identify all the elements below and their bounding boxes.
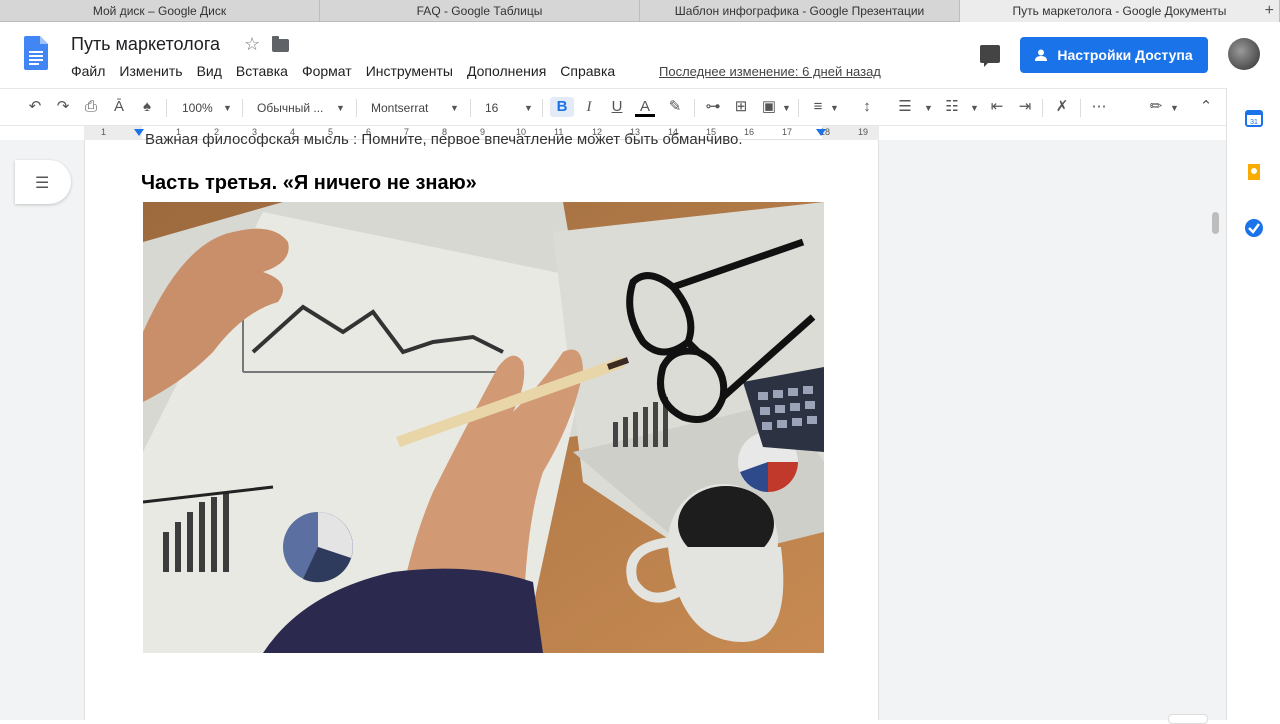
zoom-caret-icon[interactable]: ▼ [223, 98, 232, 118]
browser-tab-sheets[interactable]: FAQ - Google Таблицы [320, 0, 640, 22]
docs-logo-icon[interactable] [24, 36, 48, 70]
undo-icon[interactable]: ↶ [25, 97, 45, 117]
comments-icon[interactable] [980, 45, 1000, 67]
vertical-scrollbar[interactable] [1212, 212, 1219, 234]
docs-header: Путь маркетолога ☆ Файл Изменить Вид Вст… [0, 22, 1280, 88]
side-panel: 31 [1226, 88, 1280, 720]
section-heading[interactable]: Часть третья. «Я ничего не знаю» [141, 172, 477, 195]
paragraph-text[interactable]: Важная философская мысль : Помните, перв… [145, 131, 743, 148]
document-title[interactable]: Путь маркетолога [71, 34, 220, 55]
ruler-number: 19 [858, 127, 869, 137]
keep-icon[interactable] [1244, 162, 1264, 182]
explore-button[interactable] [1168, 714, 1208, 724]
ruler-number: 1 [101, 127, 107, 137]
increase-indent-icon[interactable]: ⇥ [1015, 97, 1035, 117]
editing-caret-icon[interactable]: ▼ [1170, 98, 1179, 118]
menu-format[interactable]: Формат [302, 63, 352, 79]
clear-formatting-icon[interactable]: ✗ [1052, 97, 1072, 117]
italic-button[interactable]: I [579, 97, 599, 117]
bulleted-caret-icon[interactable]: ▼ [970, 98, 979, 118]
redo-icon[interactable]: ↷ [53, 97, 73, 117]
document-photo[interactable] [143, 202, 824, 653]
menu-insert[interactable]: Вставка [236, 63, 288, 79]
decrease-indent-icon[interactable]: ⇤ [987, 97, 1007, 117]
right-indent-marker-icon[interactable] [815, 128, 827, 138]
line-spacing-icon[interactable]: ↕ [857, 97, 877, 117]
bold-button[interactable]: B [550, 97, 574, 117]
link-icon[interactable]: ⊶ [703, 97, 723, 117]
ruler-right-margin [822, 126, 879, 140]
more-options-icon[interactable]: ⋯ [1089, 97, 1109, 117]
menu-addons[interactable]: Дополнения [467, 63, 546, 79]
ruler-number: 16 [744, 127, 755, 137]
align-caret-icon[interactable]: ▼ [830, 98, 839, 118]
ruler-number: 17 [782, 127, 793, 137]
share-button[interactable]: Настройки Доступа [1020, 37, 1208, 73]
font-select[interactable]: Montserrat [371, 98, 428, 118]
spellcheck-icon[interactable]: Ā [109, 97, 129, 117]
editing-mode-icon[interactable]: ✏ [1146, 97, 1166, 117]
font-caret-icon[interactable]: ▼ [450, 98, 459, 118]
bulleted-list-icon[interactable]: ☷ [942, 97, 962, 117]
highlight-icon[interactable]: ✎ [665, 97, 685, 117]
menu-file[interactable]: Файл [71, 63, 105, 79]
add-comment-icon[interactable]: ⊞ [731, 97, 751, 117]
font-size-select[interactable]: 16 [485, 98, 498, 118]
insert-image-icon[interactable]: ▣ [759, 97, 779, 117]
calendar-icon[interactable]: 31 [1244, 108, 1264, 128]
browser-tab-slides[interactable]: Шаблон инфографика - Google Презентации [640, 0, 960, 22]
underline-button[interactable]: U [607, 97, 627, 117]
print-icon[interactable]: ⎙ [81, 97, 101, 117]
size-caret-icon[interactable]: ▼ [524, 98, 533, 118]
text-color-button[interactable]: A [635, 97, 655, 117]
zoom-select[interactable]: 100% [182, 98, 213, 118]
last-edit-link[interactable]: Последнее изменение: 6 дней назад [659, 64, 881, 79]
star-icon[interactable]: ☆ [244, 34, 260, 55]
document-outline-button[interactable]: ☰ [15, 160, 71, 204]
paint-format-icon[interactable]: ♠ [137, 97, 157, 117]
menu-edit[interactable]: Изменить [119, 63, 182, 79]
menu-bar: Файл Изменить Вид Вставка Формат Инструм… [71, 63, 615, 79]
numbered-list-icon[interactable]: ☰ [895, 97, 915, 117]
menu-help[interactable]: Справка [560, 63, 615, 79]
person-add-icon [1035, 49, 1048, 61]
browser-tab-drive[interactable]: Мой диск – Google Диск [0, 0, 320, 22]
menu-tools[interactable]: Инструменты [366, 63, 453, 79]
left-indent-marker-icon[interactable] [133, 128, 145, 138]
numbered-caret-icon[interactable]: ▼ [924, 98, 933, 118]
style-caret-icon[interactable]: ▼ [336, 98, 345, 118]
menu-view[interactable]: Вид [197, 63, 222, 79]
folder-icon[interactable] [272, 36, 289, 52]
browser-tab-strip: Мой диск – Google Диск FAQ - Google Табл… [0, 0, 1280, 22]
image-caret-icon[interactable]: ▼ [782, 98, 791, 118]
tasks-icon[interactable] [1244, 218, 1264, 238]
outline-icon: ☰ [35, 175, 50, 192]
share-button-label: Настройки Доступа [1057, 47, 1193, 63]
browser-tab-docs[interactable]: Путь маркетолога - Google Документы [960, 0, 1280, 22]
user-avatar[interactable] [1228, 38, 1260, 70]
new-tab-icon[interactable]: + [1265, 0, 1274, 22]
collapse-menus-icon[interactable]: ⌃ [1196, 97, 1216, 117]
svg-text:31: 31 [1250, 119, 1258, 126]
formatting-toolbar: ↶ ↷ ⎙ Ā ♠ 100% ▼ Обычный ... ▼ Montserra… [0, 88, 1280, 126]
paragraph-style-select[interactable]: Обычный ... [257, 98, 323, 118]
align-left-icon[interactable]: ≡ [808, 97, 828, 117]
